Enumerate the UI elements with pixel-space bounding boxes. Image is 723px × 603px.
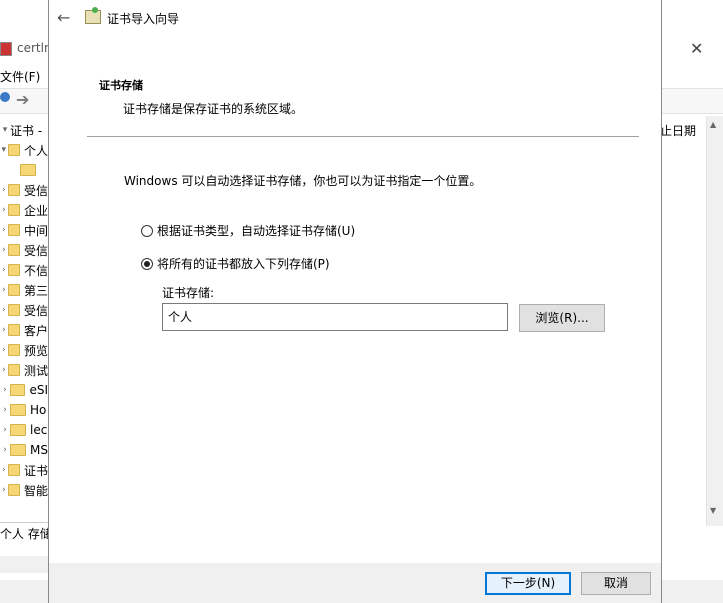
wizard-title: 证书导入向导 [107, 12, 180, 26]
radio-button-unchecked[interactable] [141, 224, 153, 237]
folder-icon [7, 304, 20, 316]
folder-icon [7, 224, 20, 236]
folder-icon [7, 364, 20, 376]
folder-icon [7, 344, 20, 356]
folder-icon [7, 284, 20, 296]
certificate-import-wizard: ← 证书导入向导 证书存储 证书存储是保存证书的系统区域。 Windows 可以… [48, 0, 662, 603]
tree-item[interactable]: › 受信 [0, 180, 48, 200]
vertical-scrollbar[interactable] [706, 116, 723, 526]
back-arrow-icon[interactable]: ← [57, 8, 70, 27]
tree-item[interactable]: › 客户 [0, 320, 48, 340]
tree-item[interactable]: › 中间 [0, 220, 48, 240]
tree-item[interactable]: › 不信 [0, 260, 48, 280]
tree-item[interactable]: › 测试 [0, 360, 48, 380]
folder-icon [7, 244, 20, 256]
tree-item[interactable]: › lec [0, 420, 48, 440]
certlm-app-icon [0, 42, 12, 56]
folder-icon [7, 264, 20, 276]
radio-place-all[interactable]: 将所有的证书都放入下列存储(P) [141, 255, 330, 272]
folder-icon [10, 424, 26, 436]
horizontal-scrollbar[interactable] [0, 556, 48, 573]
tree-item[interactable]: › MS [0, 440, 48, 460]
tree-item-root[interactable]: ▾ 证书 - [0, 120, 48, 140]
certificate-wizard-icon [85, 7, 101, 24]
radio-manual-label: 将所有的证书都放入下列存储(P) [157, 257, 330, 271]
section-title: 证书存储 [99, 79, 143, 92]
folder-icon [10, 404, 26, 416]
tree-item-selected[interactable] [0, 160, 48, 180]
cancel-button[interactable]: 取消 [581, 572, 651, 595]
tree-item[interactable]: › 第三 [0, 280, 48, 300]
tree-item[interactable]: › Ho [0, 400, 48, 420]
store-field-label: 证书存储: [162, 286, 215, 300]
forward-icon[interactable]: ➔ [16, 90, 29, 109]
folder-icon [20, 164, 36, 176]
column-header-expiry[interactable]: 止日期 [660, 122, 696, 139]
scroll-down-icon[interactable]: ▼ [710, 506, 716, 515]
separator [87, 136, 639, 137]
folder-icon [7, 484, 20, 496]
folder-icon [10, 444, 26, 456]
tree-item[interactable]: › eSI [0, 380, 48, 400]
certificate-list [660, 116, 710, 526]
radio-auto-label: 根据证书类型，自动选择证书存储(U) [157, 224, 356, 238]
intro-text: Windows 可以自动选择证书存储，你也可以为证书指定一个位置。 [124, 174, 482, 188]
status-text: 个人 存储不 [0, 527, 48, 541]
folder-icon [7, 204, 20, 216]
tree-item[interactable]: › 证书 [0, 460, 48, 480]
store-field[interactable]: 个人 [162, 303, 508, 331]
browse-button[interactable]: 浏览(R)... [519, 304, 605, 332]
certificate-tree: ▾ 证书 - ▾ 个人 › 受信 › 企业 › 中间 › 受信 › 不信 › 第三 › 受信 ›… [0, 116, 48, 526]
tree-item[interactable]: ▾ 个人 [0, 140, 48, 160]
radio-auto-select[interactable]: 根据证书类型，自动选择证书存储(U) [141, 222, 355, 239]
radio-button-checked[interactable] [141, 257, 153, 270]
folder-icon [9, 384, 26, 396]
folder-icon [7, 184, 20, 196]
folder-icon [7, 324, 20, 336]
close-icon[interactable]: ✕ [690, 39, 703, 58]
tree-item[interactable]: › 受信 [0, 240, 48, 260]
tree-item[interactable]: › 受信 [0, 300, 48, 320]
scroll-up-icon[interactable]: ▲ [710, 120, 716, 129]
back-icon[interactable] [0, 92, 10, 102]
section-description: 证书存储是保存证书的系统区域。 [123, 102, 304, 116]
folder-icon [7, 464, 20, 476]
next-button[interactable]: 下一步(N) [485, 572, 571, 595]
expand-icon[interactable]: ▾ [0, 125, 10, 135]
tree-item[interactable]: › 预览 [0, 340, 48, 360]
tree-item[interactable]: › 企业 [0, 200, 48, 220]
folder-icon [7, 144, 20, 156]
tree-item[interactable]: › 智能 [0, 480, 48, 500]
menu-file[interactable]: 文件(F) [0, 68, 40, 85]
